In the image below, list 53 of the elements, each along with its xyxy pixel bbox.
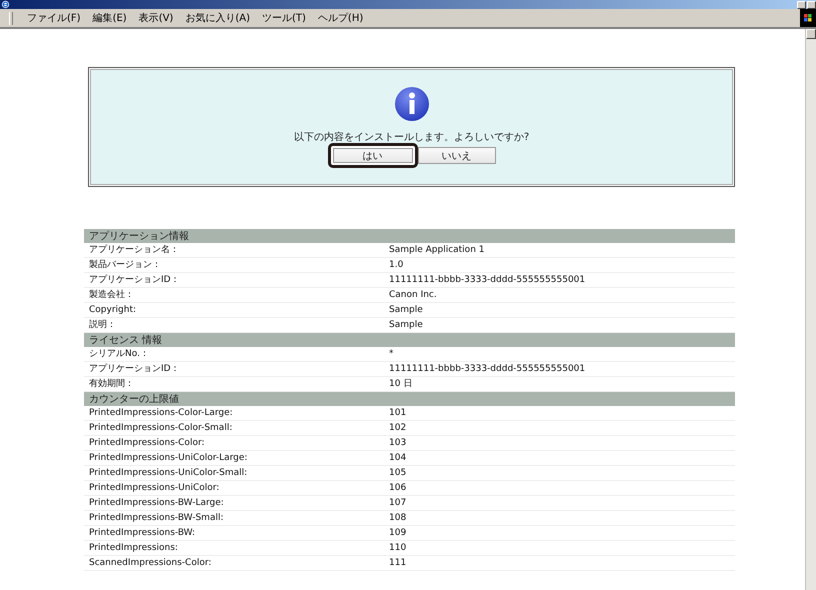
field-value: 102 [384, 420, 735, 436]
field-value: 103 [384, 436, 735, 450]
field-value: 11111111-bbbb-3333-dddd-555555555001 [384, 272, 735, 288]
info-icon [394, 86, 430, 122]
field-label: PrintedImpressions-Color-Large: [84, 406, 384, 420]
field-label: PrintedImpressions-UniColor-Small: [84, 466, 384, 480]
field-label: Copyright: [84, 302, 384, 318]
field-label: PrintedImpressions-BW-Large: [84, 496, 384, 510]
yes-button[interactable]: はい [328, 143, 418, 168]
menu-item[interactable]: お気に入り(A) [179, 11, 256, 25]
maximize-button[interactable] [807, 0, 816, 8]
menu-item[interactable]: 表示(V) [132, 11, 180, 25]
field-value: Canon Inc. [384, 288, 735, 302]
field-label: PrintedImpressions-BW-Small: [84, 510, 384, 526]
field-value: 104 [384, 450, 735, 466]
section-header: アプリケーション情報 [84, 229, 735, 243]
field-value: Sample [384, 302, 735, 318]
field-value: 101 [384, 406, 735, 420]
field-label: 製造会社： [84, 288, 384, 302]
field-value: Sample Application 1 [384, 243, 735, 258]
field-value: * [384, 347, 735, 362]
menu-item[interactable]: ツール(T) [256, 11, 312, 25]
field-label: PrintedImpressions-UniColor-Large: [84, 450, 384, 466]
field-value: 1.0 [384, 258, 735, 272]
field-value: 107 [384, 496, 735, 510]
menu-item[interactable]: ヘルプ(H) [312, 11, 370, 25]
field-value: 106 [384, 480, 735, 496]
browser-icon [1, 0, 10, 9]
field-value: 110 [384, 540, 735, 556]
field-value: 108 [384, 510, 735, 526]
field-label: アプリケーションID： [84, 362, 384, 376]
field-label: PrintedImpressions: [84, 540, 384, 556]
field-label: PrintedImpressions-Color: [84, 436, 384, 450]
field-value: 105 [384, 466, 735, 480]
field-value: 111 [384, 556, 735, 570]
no-button[interactable]: いいえ [418, 147, 496, 164]
field-label: PrintedImpressions-Color-Small: [84, 420, 384, 436]
field-label: ScannedImpressions-Color: [84, 556, 384, 570]
menu-item[interactable]: 編集(E) [86, 11, 133, 25]
confirmation-message: 以下の内容をインストールします。よろしいですか? [294, 130, 530, 144]
field-value: 11111111-bbbb-3333-dddd-555555555001 [384, 362, 735, 376]
section-header: カウンターの上限値 [84, 392, 735, 406]
menu-item[interactable]: ファイル(F) [21, 11, 87, 25]
field-value: 109 [384, 526, 735, 540]
field-label: PrintedImpressions-BW: [84, 526, 384, 540]
field-label: アプリケーション名： [84, 243, 384, 258]
minimize-button[interactable] [797, 0, 806, 8]
field-label: PrintedImpressions-UniColor: [84, 480, 384, 496]
field-label: アプリケーションID： [84, 272, 384, 288]
field-label: 製品バージョン： [84, 258, 384, 272]
section-header: ライセンス 情報 [84, 332, 735, 347]
scrollbar[interactable] [805, 29, 816, 590]
field-label: シリアルNo.： [84, 347, 384, 362]
